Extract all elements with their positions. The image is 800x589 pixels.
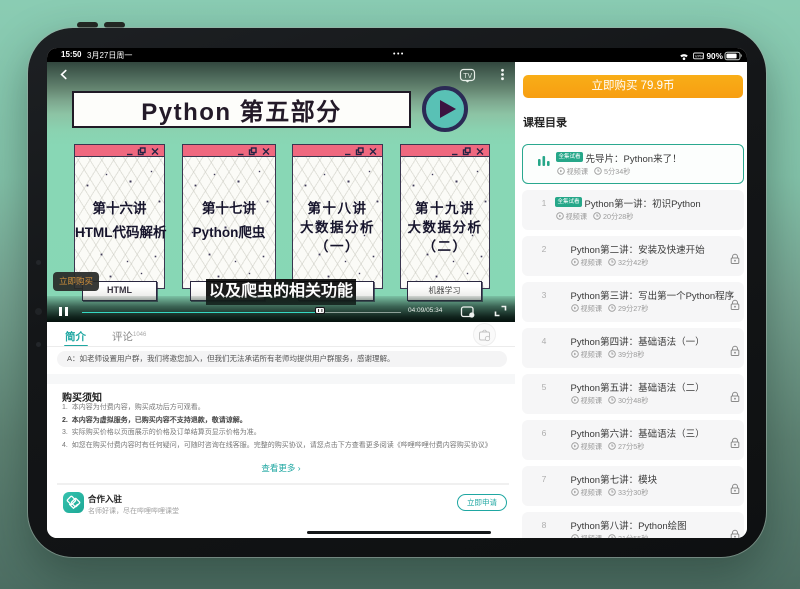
svg-text:VPN: VPN <box>695 54 703 59</box>
svg-text:90%: 90% <box>707 52 724 61</box>
svg-text:TV: TV <box>463 73 472 80</box>
